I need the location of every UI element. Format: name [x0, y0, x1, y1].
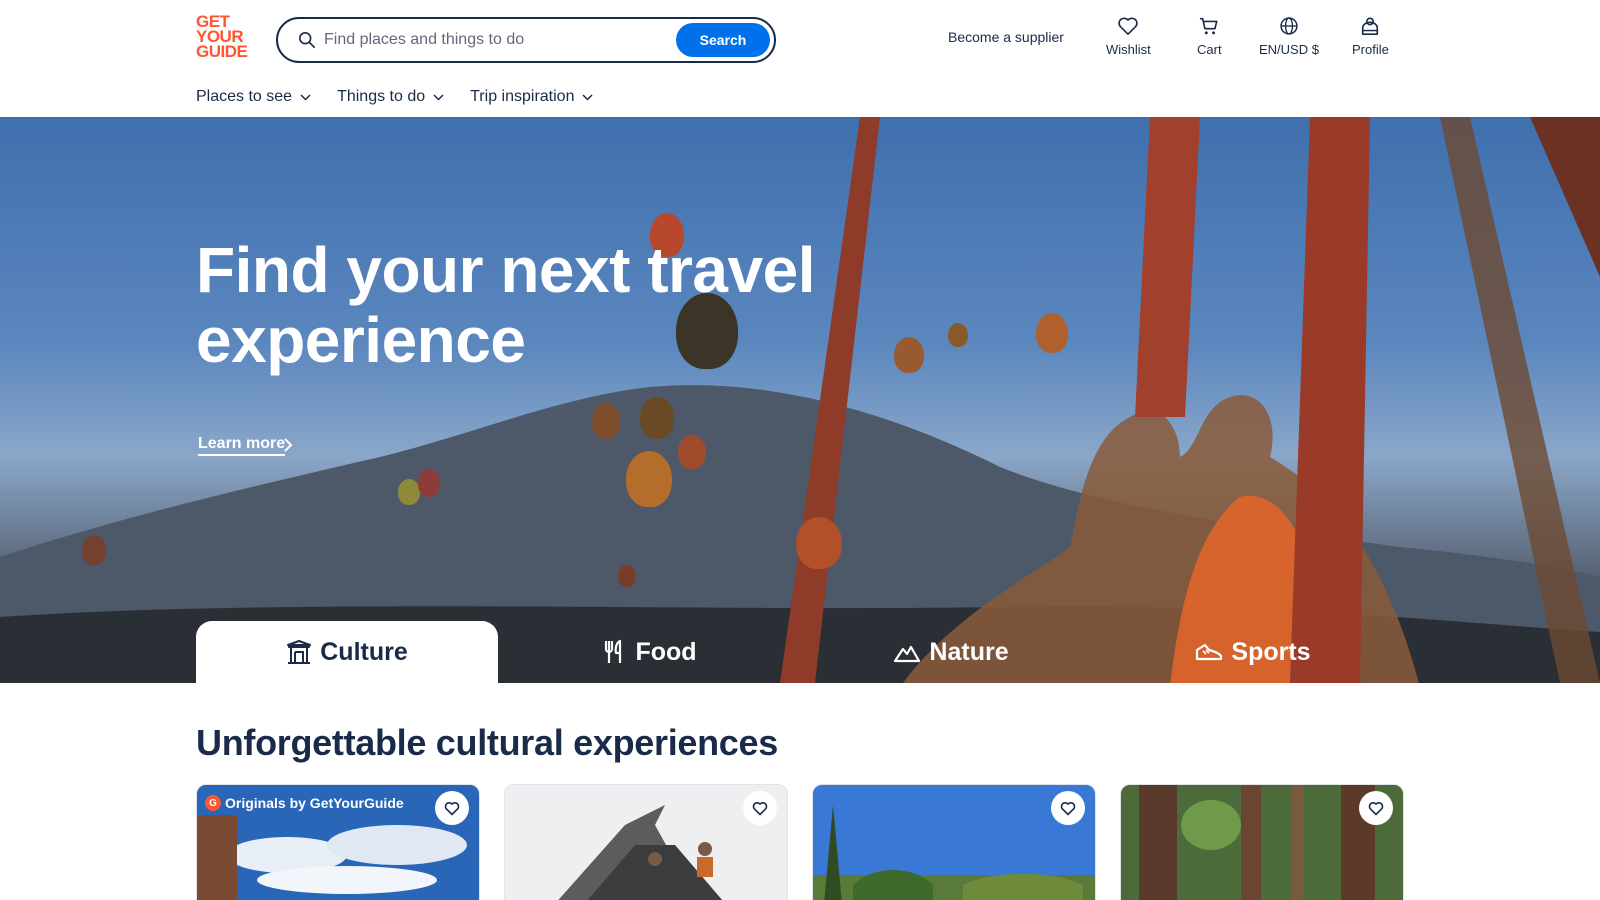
- mountain-icon: [894, 645, 921, 663]
- chevron-down-icon: [300, 93, 311, 101]
- cart-label: Cart: [1197, 42, 1222, 57]
- chevron-right-icon: [284, 438, 293, 452]
- balloon-image: [398, 479, 420, 505]
- heart-icon: [752, 801, 768, 815]
- heart-icon: [1118, 17, 1139, 35]
- wishlist-add-button[interactable]: [743, 791, 777, 825]
- profile-icon: [1362, 17, 1379, 35]
- badge-label: Originals by GetYourGuide: [225, 795, 404, 811]
- locale-button[interactable]: EN/USD $: [1259, 16, 1319, 57]
- nav-places-to-see[interactable]: Places to see: [196, 88, 311, 106]
- locale-label: EN/USD $: [1259, 42, 1319, 57]
- site-header: GET YOUR GUIDE Search Become a supplier …: [0, 0, 1600, 117]
- cart-icon: [1200, 17, 1218, 35]
- balloon-image: [948, 323, 968, 347]
- nav-things-to-do[interactable]: Things to do: [337, 88, 444, 106]
- tab-sports[interactable]: Sports: [1102, 621, 1404, 683]
- balloon-image: [626, 451, 672, 507]
- tab-culture-label: Culture: [320, 637, 408, 666]
- activity-card[interactable]: [504, 784, 788, 900]
- become-supplier-link[interactable]: Become a supplier: [948, 29, 1064, 45]
- wishlist-button[interactable]: Wishlist: [1106, 16, 1151, 57]
- search-bar: Search: [276, 17, 776, 63]
- heart-icon: [1060, 801, 1076, 815]
- fork-knife-icon: [605, 639, 622, 663]
- balloon-image: [796, 517, 842, 569]
- balloon-image: [82, 535, 106, 565]
- logo[interactable]: GET YOUR GUIDE: [196, 13, 254, 61]
- wishlist-add-button[interactable]: [1359, 791, 1393, 825]
- brand-g-icon: G: [205, 795, 221, 811]
- balloon-image: [592, 403, 620, 439]
- nav-trip-label: Trip inspiration: [470, 88, 575, 105]
- tab-nature[interactable]: Nature: [800, 621, 1102, 683]
- balloon-image: [894, 337, 924, 373]
- tab-food[interactable]: Food: [498, 621, 800, 683]
- activity-card[interactable]: G Originals by GetYourGuide: [196, 784, 480, 900]
- tab-sports-label: Sports: [1231, 637, 1311, 666]
- cart-button[interactable]: Cart: [1197, 16, 1222, 57]
- nav-trip-inspiration[interactable]: Trip inspiration: [470, 88, 593, 106]
- heart-icon: [1368, 801, 1384, 815]
- globe-icon: [1280, 17, 1298, 35]
- chevron-down-icon: [582, 93, 593, 101]
- search-icon: [298, 31, 316, 49]
- nav-places-label: Places to see: [196, 88, 293, 105]
- search-button[interactable]: Search: [676, 23, 770, 57]
- balloon-basket-straps: [780, 117, 1600, 683]
- learn-more-link[interactable]: Learn more: [198, 435, 286, 456]
- category-tabs: Culture Food Nature Sports: [196, 621, 1404, 683]
- balloon-image: [618, 565, 636, 587]
- sneaker-icon: [1196, 643, 1223, 661]
- heart-icon: [444, 801, 460, 815]
- hero-title: Find your next travel experience: [196, 234, 815, 376]
- profile-label: Profile: [1352, 42, 1389, 57]
- wishlist-add-button[interactable]: [1051, 791, 1085, 825]
- search-input[interactable]: [324, 19, 654, 61]
- wishlist-label: Wishlist: [1106, 42, 1151, 57]
- category-nav: Places to see Things to do Trip inspirat…: [196, 88, 593, 106]
- section-title: Unforgettable cultural experiences: [196, 722, 778, 763]
- balloon-image: [640, 397, 674, 439]
- activity-card[interactable]: [812, 784, 1096, 900]
- balloon-image: [678, 435, 706, 469]
- chevron-down-icon: [433, 93, 444, 101]
- profile-button[interactable]: Profile: [1352, 16, 1389, 57]
- wishlist-add-button[interactable]: [435, 791, 469, 825]
- tab-nature-label: Nature: [929, 637, 1009, 666]
- logo-line-3: GUIDE: [196, 42, 248, 61]
- tab-culture[interactable]: Culture: [196, 621, 498, 683]
- hero-banner: Find your next travel experience Learn m…: [0, 117, 1600, 683]
- nav-things-label: Things to do: [337, 88, 426, 105]
- balloon-image: [1036, 313, 1068, 353]
- tab-food-label: Food: [635, 637, 697, 666]
- originals-badge: G Originals by GetYourGuide: [205, 795, 404, 811]
- balloon-image: [418, 469, 440, 497]
- activity-card[interactable]: [1120, 784, 1404, 900]
- building-icon: [287, 640, 312, 664]
